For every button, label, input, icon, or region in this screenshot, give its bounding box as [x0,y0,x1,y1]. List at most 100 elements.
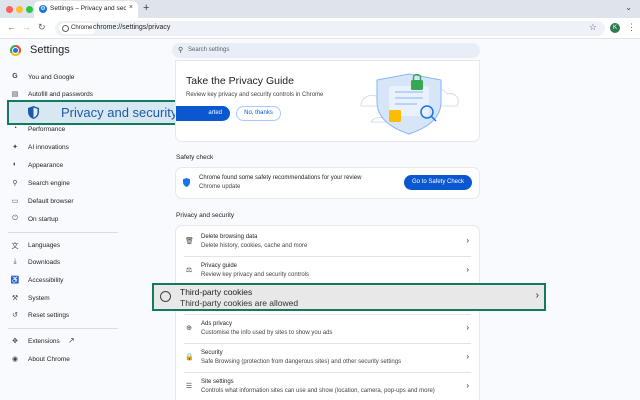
sidebar-item-label: Appearance [28,162,64,169]
ads-privacy-row[interactable]: ⊕ Ads privacy Customise the info used by… [176,315,479,343]
row-subtitle: Delete history, cookies, cache and more [201,243,308,249]
sidebar-divider [8,328,118,329]
site-chip-label: Chrome [71,25,93,31]
lock-icon: 🔒 [185,354,194,361]
sidebar-item-label: About Chrome [28,356,70,363]
sidebar-item-label: Extensions [28,338,60,345]
search-placeholder: Search settings [188,47,230,53]
profile-avatar[interactable]: K [610,23,620,33]
sidebar-item-on-startup[interactable]: ⏻ On startup [10,213,150,227]
puzzle-icon: ✥ [12,338,18,345]
tab-search-icon[interactable]: ⌄ [625,3,632,12]
search-settings-input[interactable]: ⚲ Search settings [172,43,480,58]
guide-icon: ⚖ [185,267,193,274]
wrench-icon: ⚒ [11,295,19,302]
ads-icon: ⊕ [186,325,192,332]
reload-icon[interactable]: ↻ [38,22,46,33]
row-title: Privacy guide [201,263,238,269]
go-to-safety-check-button[interactable]: Go to Safety Check [404,175,472,190]
privacy-guide-row[interactable]: ⚖ Privacy guide Review key privacy and s… [176,257,479,285]
row-subtitle: Safe Browsing (protection from dangerous… [201,359,402,365]
sidebar-item-system[interactable]: ⚒ System [10,292,150,306]
external-link-icon: ↗ [68,336,75,345]
privacy-guide-illustration [360,73,459,135]
chevron-right-icon: › [466,265,469,274]
tab-title: Settings – Privacy and securi [50,5,126,12]
site-settings-row[interactable]: ☰ Site settings Controls what informatio… [176,373,479,400]
sidebar-item-label: Search engine [28,180,70,187]
privacy-security-card: 🗑 Delete browsing data Delete history, c… [176,226,479,400]
chrome-icon: ◉ [11,356,19,363]
close-window-button[interactable] [6,6,13,13]
back-arrow-icon[interactable]: ← [7,22,16,32]
chevron-right-icon: › [535,290,539,301]
cookie-icon [160,291,171,302]
sidebar-item-appearance[interactable]: ◐ Appearance [10,159,150,173]
sidebar-item-ai-innovations[interactable]: ✦ AI innovations [10,141,150,155]
chevron-right-icon: › [466,352,469,361]
delete-browsing-data-row[interactable]: 🗑 Delete browsing data Delete history, c… [176,228,479,256]
sidebar-item-performance[interactable]: ◔ Performance [10,123,150,137]
sidebar-item-label: Reset settings [28,312,70,319]
palette-icon: ◐ [12,161,18,168]
sidebar-item-extensions[interactable]: ✥ Extensions ↗ [10,335,150,349]
active-tab[interactable]: ⚙ Settings – Privacy and securi × [34,1,138,18]
new-tab-button[interactable]: + [143,2,149,14]
download-icon: ⤓ [13,258,17,265]
performance-icon: ◔ [12,125,18,132]
third-party-cookies-row[interactable]: Third-party cookies Third-party cookies … [152,283,546,311]
reset-icon: ↺ [12,312,18,319]
translate-icon: 文 [11,243,19,250]
url-text[interactable]: chrome://settings/privacy [93,24,170,31]
minimize-window-button[interactable] [16,6,23,13]
browser-toolbar: ← → ↻ Chrome chrome://settings/privacy ☆… [0,18,640,39]
safety-check-message: Chrome found some safety recommendations… [199,175,362,181]
row-subtitle: Third-party cookies are allowed [180,298,299,308]
address-bar[interactable]: Chrome chrome://settings/privacy ☆ [55,21,605,36]
sparkle-icon: ✦ [12,144,18,151]
sidebar-item-about-chrome[interactable]: ◉ About Chrome [10,353,150,367]
sidebar-item-you-and-google[interactable]: G You and Google [10,71,150,85]
maximize-window-button[interactable] [26,6,33,13]
search-icon: ⚲ [178,47,184,54]
chrome-menu-icon[interactable]: ⋮ [627,22,636,33]
sidebar-item-label: AI innovations [28,144,69,151]
sidebar-item-label: System [28,295,50,302]
row-title: Security [201,350,223,356]
chevron-right-icon: › [466,236,469,245]
browser-icon: ▭ [11,198,19,205]
get-started-button[interactable]: arted [176,106,230,121]
safety-check-heading: Safety check [176,154,214,161]
sidebar-item-downloads[interactable]: ⤓ Downloads [10,256,150,270]
row-title: Third-party cookies [180,287,253,297]
sidebar-item-label: On startup [28,216,59,223]
sidebar-item-accessibility[interactable]: ♿ Accessibility [10,274,150,288]
sidebar-item-label: Autofill and passwords [28,91,94,98]
settings-header: Settings ⚲ Search settings [0,39,640,63]
sidebar-item-label: You and Google [28,74,75,81]
chevron-right-icon: › [466,323,469,332]
sidebar-item-default-browser[interactable]: ▭ Default browser [10,195,150,209]
power-icon: ⏻ [12,215,18,222]
site-info-chip[interactable]: Chrome [59,23,97,34]
chrome-chip-icon [62,25,69,32]
tab-close-icon[interactable]: × [129,4,133,11]
sidebar-item-search-engine[interactable]: ⚲ Search engine [10,177,150,191]
security-row[interactable]: 🔒 Security Safe Browsing (protection fro… [176,344,479,372]
privacy-security-heading: Privacy and security [176,212,235,219]
privacy-guide-subtitle: Review key privacy and security controls… [186,92,324,98]
safety-shield-icon [183,178,190,187]
bookmark-star-icon[interactable]: ☆ [589,22,597,33]
forward-arrow-icon[interactable]: → [22,22,31,32]
sidebar-item-label: Downloads [28,259,61,266]
sidebar-item-languages[interactable]: 文 Languages [10,239,150,253]
page-title: Settings [30,44,70,56]
privacy-guide-title: Take the Privacy Guide [186,75,294,87]
tab-strip: ⚙ Settings – Privacy and securi × + ⌄ [0,0,640,18]
search-icon: ⚲ [12,180,18,187]
trash-icon: 🗑 [185,238,194,245]
no-thanks-button[interactable]: No, thanks [236,106,281,121]
sidebar-item-reset-settings[interactable]: ↺ Reset settings [10,309,150,323]
chevron-right-icon: › [466,381,469,390]
safety-check-detail: Chrome update [199,184,241,190]
